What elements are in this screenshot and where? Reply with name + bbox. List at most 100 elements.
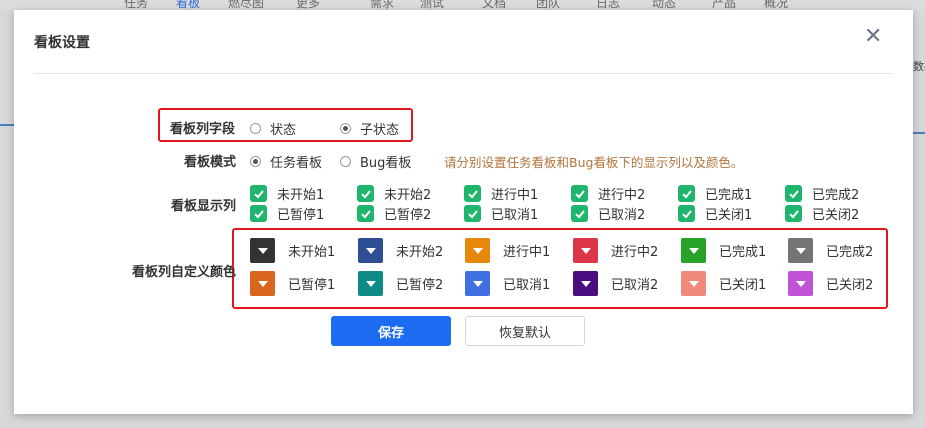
check-icon: [678, 205, 695, 222]
checkbox-label: 已关闭2: [812, 208, 860, 223]
checkbox-label: 进行中1: [491, 188, 539, 203]
checkbox-label: 已完成1: [705, 188, 753, 203]
caret-down-icon: [795, 247, 806, 254]
checkbox-display-col[interactable]: 进行中2: [571, 184, 645, 203]
check-icon: [250, 185, 267, 202]
checkbox-display-col[interactable]: 已完成1: [678, 184, 752, 203]
color-swatch[interactable]: [681, 271, 706, 296]
color-item: 已暂停2: [358, 271, 443, 296]
checkbox-display-col[interactable]: 未开始1: [250, 184, 324, 203]
caret-down-icon: [688, 280, 699, 287]
radio-dot: [340, 123, 351, 134]
caret-down-icon: [365, 247, 376, 254]
color-item: 未开始1: [250, 238, 335, 263]
save-button[interactable]: 保存: [331, 316, 451, 346]
caret-down-icon: [580, 280, 591, 287]
bg-nav-item: 产品: [712, 0, 737, 10]
bg-nav-item: 燃尽图: [228, 0, 265, 10]
radio-label: 状态: [270, 123, 297, 138]
mode-label: 看板模式: [184, 155, 237, 170]
color-swatch[interactable]: [573, 238, 598, 263]
color-item: 未开始2: [358, 238, 443, 263]
checkbox-display-col[interactable]: 已关闭1: [678, 204, 752, 223]
color-item: 已关闭1: [681, 271, 766, 296]
bg-nav-item: 动态: [652, 0, 677, 10]
bg-nav-item: 团队: [536, 0, 561, 10]
checkbox-display-col[interactable]: 已取消2: [571, 204, 645, 223]
radio-label: 子状态: [360, 123, 400, 138]
color-label: 已关闭2: [826, 278, 874, 293]
background-bottom: [0, 414, 925, 428]
color-swatch[interactable]: [788, 238, 813, 263]
checkbox-label: 已完成2: [812, 188, 860, 203]
bg-nav-item: 测试: [420, 0, 445, 10]
bg-nav-item: 文档: [482, 0, 507, 10]
check-icon: [678, 185, 695, 202]
background-right: 数据: [913, 10, 925, 428]
caret-down-icon: [580, 247, 591, 254]
color-swatch[interactable]: [250, 271, 275, 296]
radio-task-board[interactable]: 任务看板: [250, 152, 322, 171]
check-icon: [250, 205, 267, 222]
display-columns-label: 看板显示列: [171, 199, 237, 214]
check-icon: [785, 185, 802, 202]
color-label: 已暂停2: [396, 278, 444, 293]
background-nav: 任务 看板 燃尽图 更多 需求 测试 文档 团队 日志 动态 产品 概况: [0, 0, 925, 10]
color-swatch[interactable]: [358, 238, 383, 263]
caret-down-icon: [795, 280, 806, 287]
bg-nav-item: 日志: [596, 0, 621, 10]
checkbox-label: 已关闭1: [705, 208, 753, 223]
checkbox-label: 进行中2: [598, 188, 646, 203]
checkbox-display-col[interactable]: 已关闭2: [785, 204, 859, 223]
reset-default-button[interactable]: 恢复默认: [465, 316, 585, 346]
color-swatch[interactable]: [465, 238, 490, 263]
checkbox-label: 未开始2: [384, 188, 432, 203]
color-swatch[interactable]: [681, 238, 706, 263]
checkbox-label: 已暂停1: [277, 208, 325, 223]
check-icon: [464, 205, 481, 222]
checkbox-display-col[interactable]: 已暂停2: [357, 204, 431, 223]
radio-sub-status[interactable]: 子状态: [340, 119, 399, 138]
color-swatch[interactable]: [788, 271, 813, 296]
caret-down-icon: [688, 247, 699, 254]
check-icon: [357, 205, 374, 222]
color-swatch[interactable]: [250, 238, 275, 263]
check-icon: [357, 185, 374, 202]
color-item: 已暂停1: [250, 271, 335, 296]
checkbox-display-col[interactable]: 已取消1: [464, 204, 538, 223]
radio-status[interactable]: 状态: [250, 119, 296, 138]
radio-label: 任务看板: [270, 156, 323, 171]
close-icon[interactable]: ✕: [864, 24, 882, 50]
color-label: 已完成2: [826, 245, 874, 260]
check-icon: [785, 205, 802, 222]
radio-bug-board[interactable]: Bug看板: [340, 152, 411, 171]
color-label: 已完成1: [719, 245, 767, 260]
column-field-label: 看板列字段: [170, 122, 236, 137]
color-item: 已完成2: [788, 238, 873, 263]
color-item: 进行中1: [465, 238, 550, 263]
checkbox-display-col[interactable]: 进行中1: [464, 184, 538, 203]
color-label: 未开始1: [288, 245, 336, 260]
checkbox-label: 已暂停2: [384, 208, 432, 223]
color-item: 已关闭2: [788, 271, 873, 296]
checkbox-display-col[interactable]: 已完成2: [785, 184, 859, 203]
mode-hint: 请分别设置任务看板和Bug看板下的显示列以及颜色。: [444, 155, 744, 170]
color-label: 已暂停1: [288, 278, 336, 293]
title-divider: [34, 73, 892, 74]
color-label: 已取消2: [611, 278, 659, 293]
caret-down-icon: [257, 280, 268, 287]
checkbox-display-col[interactable]: 未开始2: [357, 184, 431, 203]
color-swatch[interactable]: [465, 271, 490, 296]
bg-fragment: 数据: [913, 60, 925, 73]
bg-nav-item: 更多: [296, 0, 321, 10]
color-label: 进行中1: [503, 245, 551, 260]
color-item: 进行中2: [573, 238, 658, 263]
radio-label: Bug看板: [360, 156, 412, 171]
radio-dot: [340, 156, 351, 167]
background-left: [0, 10, 14, 428]
color-swatch[interactable]: [573, 271, 598, 296]
checkbox-display-col[interactable]: 已暂停1: [250, 204, 324, 223]
caret-down-icon: [257, 247, 268, 254]
color-item: 已取消2: [573, 271, 658, 296]
color-swatch[interactable]: [358, 271, 383, 296]
